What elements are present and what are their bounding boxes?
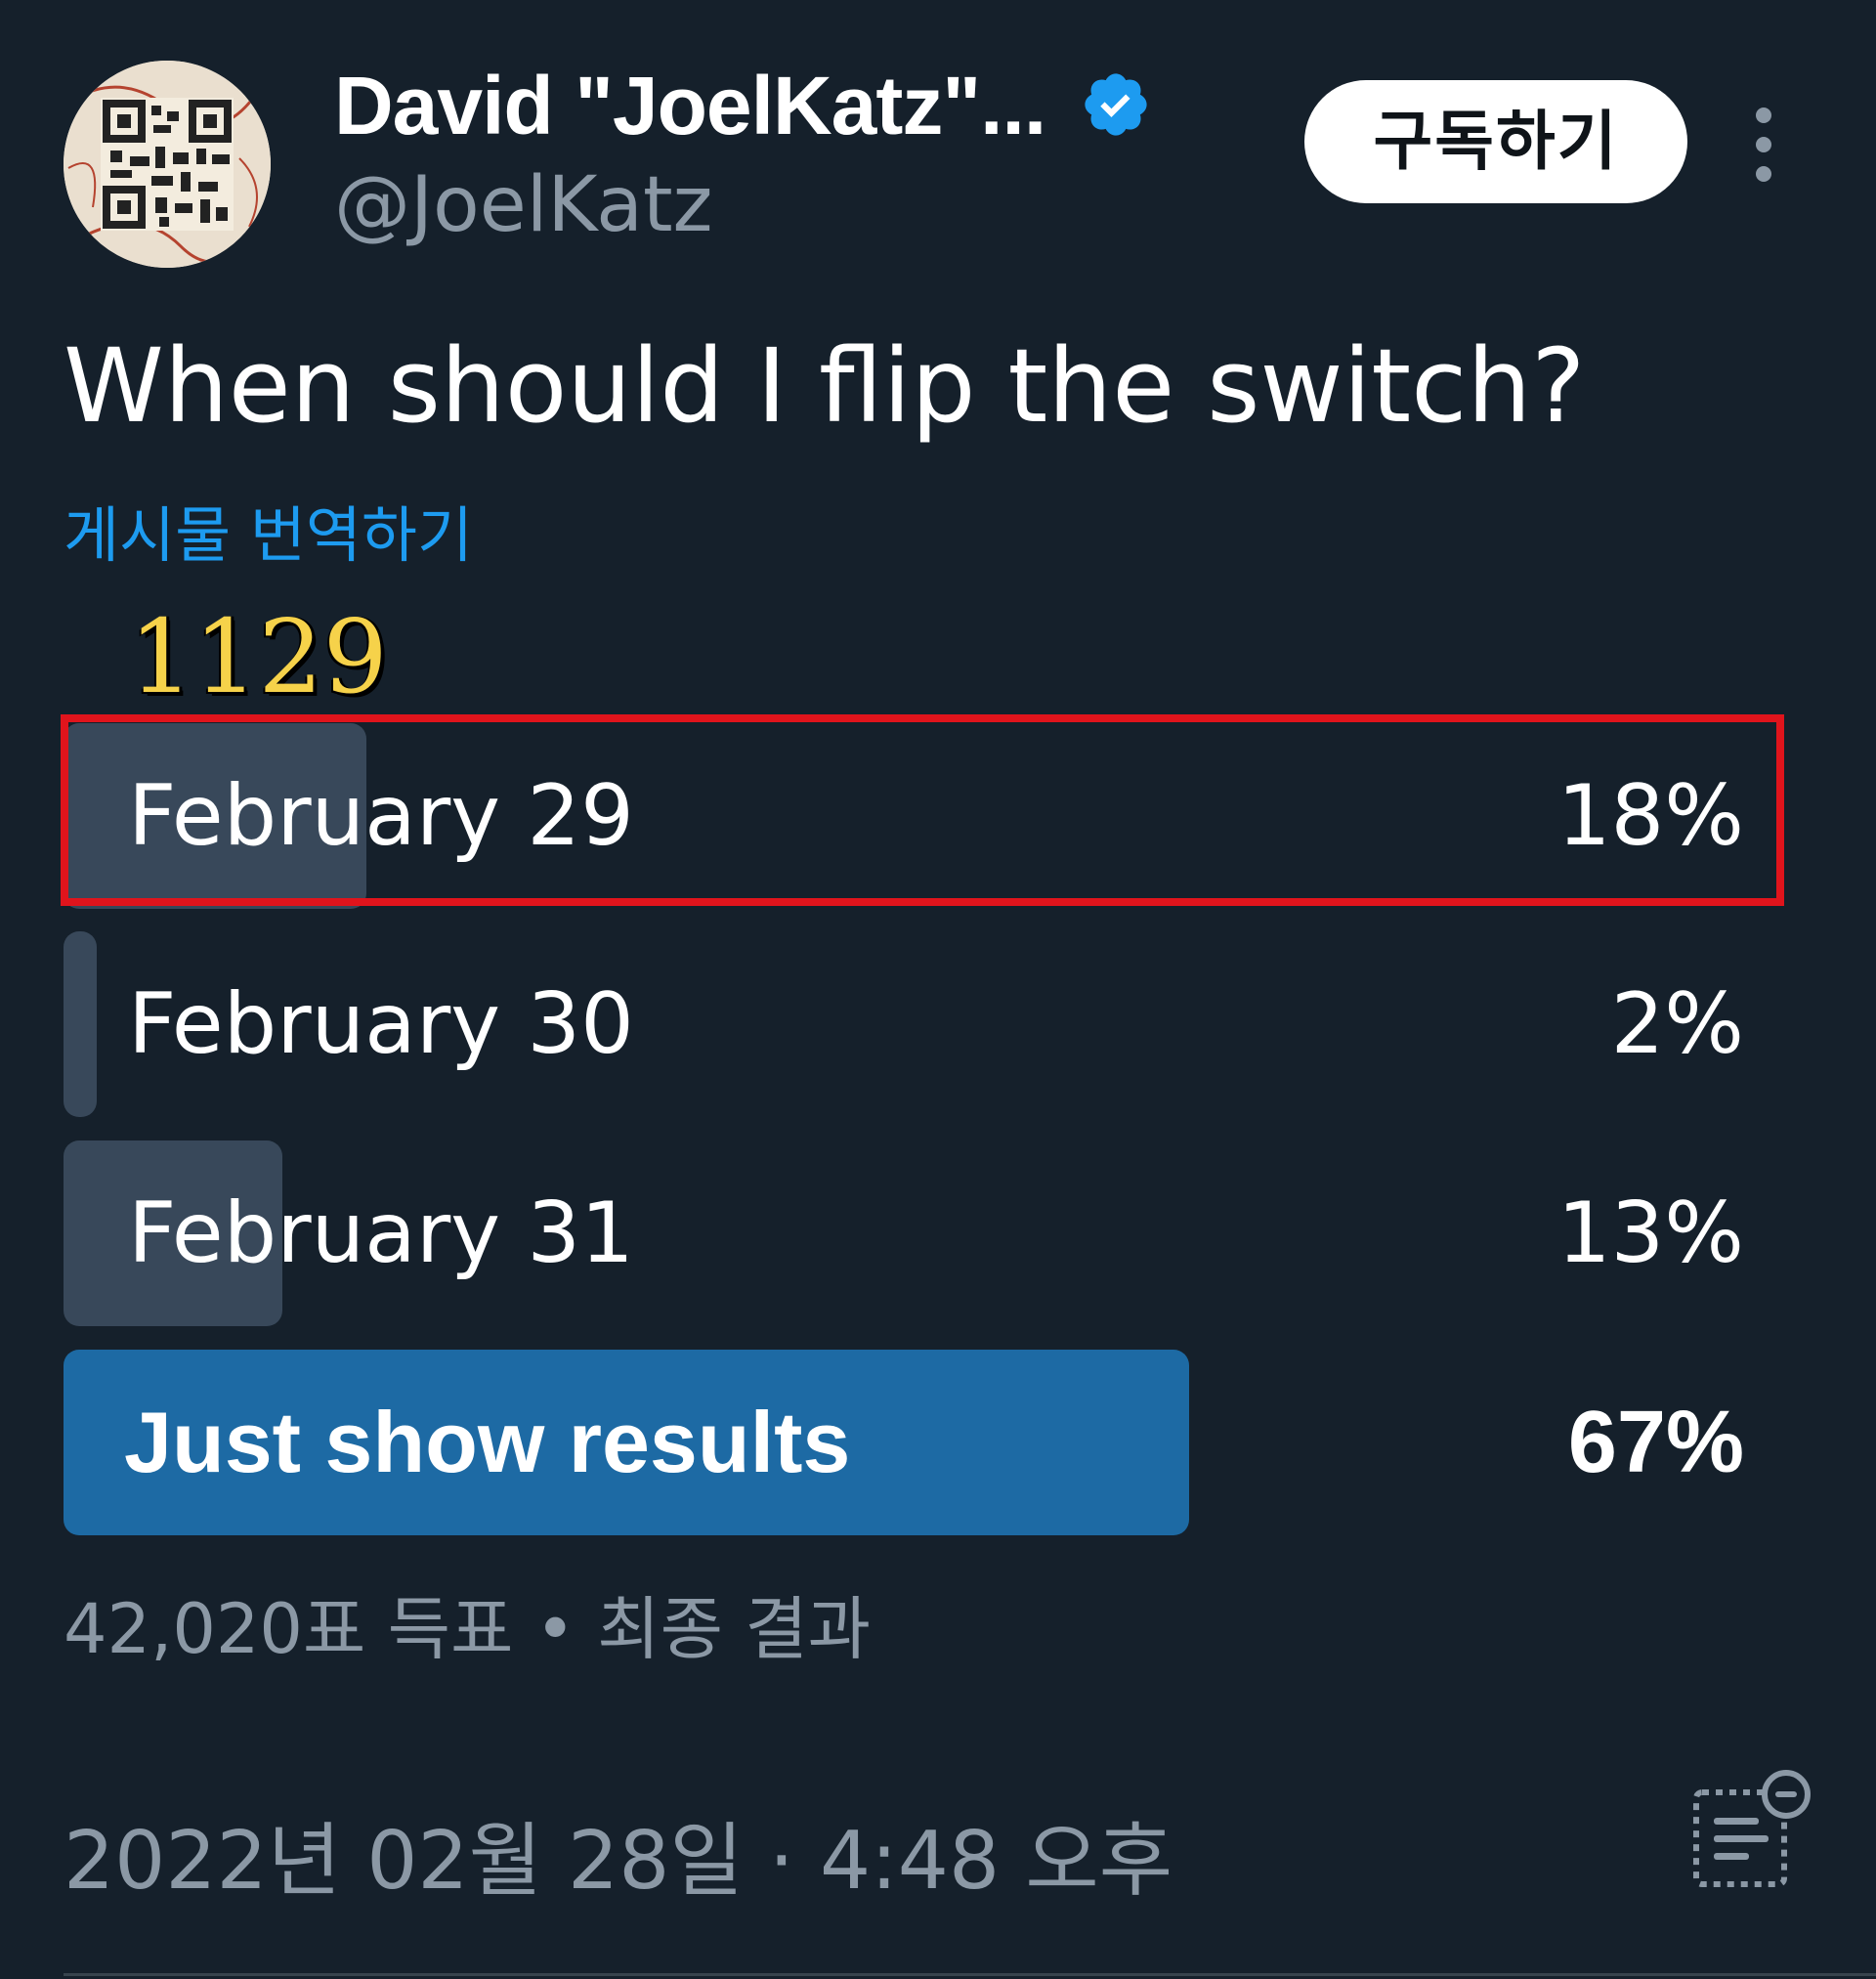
verified-badge-icon	[1085, 73, 1147, 136]
poll-option-bar	[64, 931, 97, 1117]
post-timestamp[interactable]: 2022년 02월 28일 · 4:48 오후	[64, 1813, 1172, 1911]
poll-option-percent: 67%	[1567, 1394, 1744, 1491]
more-vertical-icon[interactable]	[1749, 106, 1778, 184]
poll-option-percent: 13%	[1556, 1184, 1744, 1282]
poll-option-label: February 31	[128, 1184, 634, 1282]
highlight-annotation-box	[61, 714, 1784, 906]
community-notes-icon[interactable]	[1688, 1767, 1815, 1894]
poll-option-label: February 30	[128, 975, 634, 1073]
poll-option-just-show-results: Just show results 67%	[64, 1350, 1744, 1535]
poll-option-percent: 2%	[1610, 975, 1744, 1073]
poll-option-label: Just show results	[124, 1394, 851, 1490]
author-display-name[interactable]: David "JoelKatz"...	[334, 57, 1046, 154]
avatar[interactable]	[64, 61, 271, 268]
poll-vote-summary: 42,020표 득표 • 최종 결과	[64, 1589, 872, 1669]
translate-post-link[interactable]: 게시물 번역하기	[64, 496, 473, 575]
qr-code-avatar-icon	[64, 61, 271, 268]
overlay-number-annotation: 1129	[129, 597, 388, 716]
author-handle[interactable]: @JoelKatz	[334, 161, 713, 249]
divider	[64, 1973, 1876, 1976]
post-text: When should I flip the switch?	[64, 326, 1586, 446]
poll-option-feb-31: February 31 13%	[64, 1140, 1744, 1326]
poll-option-feb-30: February 30 2%	[64, 931, 1744, 1117]
subscribe-button[interactable]: 구독하기	[1304, 80, 1687, 203]
